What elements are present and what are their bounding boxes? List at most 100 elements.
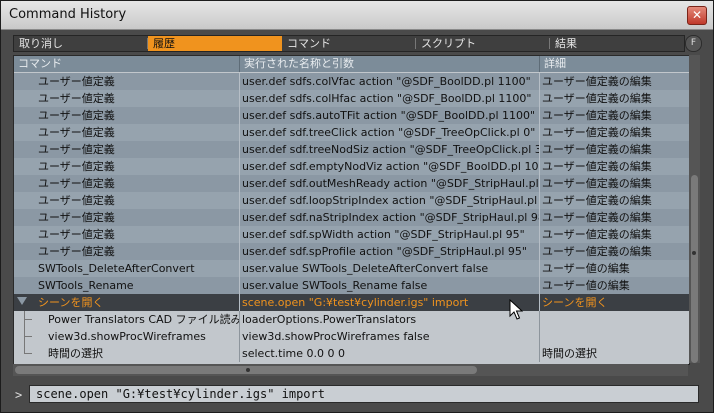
cell-detail: 時間の選択 xyxy=(542,347,597,360)
tab-undo[interactable]: 取り消し xyxy=(14,36,148,51)
table-row-child[interactable]: view3d.showProcWireframes view3d.showProc… xyxy=(14,328,689,345)
tab-commands[interactable]: コマンド xyxy=(282,36,416,51)
table-row[interactable]: ユーザー値定義 user.def sdf.emptyNodViz action "… xyxy=(14,158,689,175)
cell-command: シーンを開く xyxy=(38,296,104,309)
cell-detail: ユーザー値定義の編集 xyxy=(542,160,652,173)
close-button[interactable]: ✕ xyxy=(687,6,707,25)
cell-detail xyxy=(539,311,689,328)
cell-args: user.value SWTools_Rename false xyxy=(242,279,428,292)
cell-command: ユーザー値定義 xyxy=(38,228,115,241)
table-row[interactable]: ユーザー値定義 user.def sdfs.colVfac action "@SD… xyxy=(14,73,689,90)
title-bar[interactable]: Command History ✕ xyxy=(1,1,713,30)
tree-branch-line xyxy=(24,353,32,354)
vertical-scrollbar[interactable] xyxy=(689,55,700,363)
table-row[interactable]: ユーザー値定義 user.def sdf.spWidth action "@SDF… xyxy=(14,226,689,243)
cell-args: user.def sdf.spProfile action "@SDF_Stri… xyxy=(242,245,527,258)
cell-detail: ユーザー値定義の編集 xyxy=(542,245,652,258)
table-row[interactable]: ユーザー値定義 user.def sdfs.colHfac action "@SD… xyxy=(14,90,689,107)
tab-history[interactable]: 履歴 xyxy=(148,36,282,51)
cell-detail: シーンを開く xyxy=(542,296,608,309)
cell-command: ユーザー値定義 xyxy=(38,143,115,156)
cell-command: ユーザー値定義 xyxy=(38,109,115,122)
cell-detail: ユーザー値の編集 xyxy=(542,279,630,292)
cell-detail: ユーザー値定義の編集 xyxy=(542,109,652,122)
cell-args: user.def sdfs.colHfac action "@SDF_BoolD… xyxy=(242,92,532,105)
table-row-selected[interactable]: シーンを開く scene.open "G:¥test¥cylinder.igs" … xyxy=(14,294,689,311)
table-header: コマンド 実行された名称と引数 詳細 xyxy=(14,56,689,72)
cell-detail: ユーザー値定義の編集 xyxy=(542,143,652,156)
cell-args: user.def sdf.naStripIndex action "@SDF_S… xyxy=(242,211,539,224)
cell-command: ユーザー値定義 xyxy=(38,211,115,224)
filter-button[interactable]: F xyxy=(685,35,702,52)
cell-command: SWTools_DeleteAfterConvert xyxy=(38,262,195,275)
tab-bar: 取り消し 履歴 コマンド スクリプト 結果 xyxy=(13,35,685,52)
cell-command: ユーザー値定義 xyxy=(38,194,115,207)
cell-args: user.def sdf.treeNodSiz action "@SDF_Tre… xyxy=(242,143,539,156)
column-header-args[interactable]: 実行された名称と引数 xyxy=(239,56,539,72)
cell-detail: ユーザー値定義の編集 xyxy=(542,75,652,88)
cell-detail: ユーザー値定義の編集 xyxy=(542,126,652,139)
cell-detail xyxy=(539,328,689,345)
prompt-icon: > xyxy=(15,388,23,402)
cell-args: user.def sdfs.colVfac action "@SDF_BoolD… xyxy=(242,75,531,88)
cell-command: ユーザー値定義 xyxy=(38,92,115,105)
cell-command: ユーザー値定義 xyxy=(38,160,115,173)
vertical-scroll-thumb[interactable] xyxy=(691,175,698,363)
command-input[interactable]: scene.open "G:¥test¥cylinder.igs" import xyxy=(29,385,699,403)
history-table: コマンド 実行された名称と引数 詳細 ユーザー値定義 user.def sdfs.… xyxy=(13,55,690,365)
table-row[interactable]: ユーザー値定義 user.def sdf.spProfile action "@S… xyxy=(14,243,689,260)
cell-args: user.def sdf.treeClick action "@SDF_Tree… xyxy=(242,126,536,139)
tree-trunk-line xyxy=(24,311,25,354)
cell-detail: ユーザー値定義の編集 xyxy=(542,177,652,190)
cell-detail: ユーザー値定義の編集 xyxy=(542,194,652,207)
cell-command: ユーザー値定義 xyxy=(38,126,115,139)
cell-command: Power Translators CAD ファイル読み ... xyxy=(48,313,239,326)
window-title: Command History xyxy=(9,7,127,22)
cell-args: user.def sdf.emptyNodViz action "@SDF_Bo… xyxy=(242,160,539,173)
cell-args: loaderOptions.PowerTranslators xyxy=(242,313,417,326)
table-row[interactable]: SWTools_DeleteAfterConvert user.value SWT… xyxy=(14,260,689,277)
cell-detail: ユーザー値定義の編集 xyxy=(542,228,652,241)
horizontal-scrollbar[interactable] xyxy=(13,364,688,376)
cell-command: ユーザー値定義 xyxy=(38,245,115,258)
cell-args: select.time 0.0 0 0 xyxy=(242,347,346,360)
scroll-grip-icon xyxy=(246,368,250,372)
tab-commands-label: コマンド xyxy=(287,37,331,50)
cell-args: view3d.showProcWireframes false xyxy=(242,330,430,343)
tree-branch-line xyxy=(24,319,32,320)
table-row[interactable]: ユーザー値定義 user.def sdf.outMeshReady action … xyxy=(14,175,689,192)
tab-scripts[interactable]: スクリプト xyxy=(416,36,550,51)
table-row[interactable]: SWTools_Rename user.value SWTools_Rename … xyxy=(14,277,689,294)
cell-command: ユーザー値定義 xyxy=(38,75,115,88)
tab-undo-label: 取り消し xyxy=(19,37,63,50)
cell-detail: ユーザー値定義の編集 xyxy=(542,211,652,224)
cell-args: user.def sdf.spWidth action "@SDF_StripH… xyxy=(242,228,525,241)
cell-command: view3d.showProcWireframes xyxy=(48,330,206,343)
expand-arrow-icon[interactable] xyxy=(17,297,27,305)
tab-scripts-label: スクリプト xyxy=(421,37,476,50)
cell-detail: ユーザー値の編集 xyxy=(542,262,630,275)
table-row[interactable]: ユーザー値定義 user.def sdfs.autoTFit action "@S… xyxy=(14,107,689,124)
command-history-window: Command History ✕ 取り消し 履歴 コマンド スクリプト 結果 … xyxy=(0,0,714,413)
table-row[interactable]: ユーザー値定義 user.def sdf.treeNodSiz action "@… xyxy=(14,141,689,158)
table-row-child[interactable]: 時間の選択 select.time 0.0 0 0 時間の選択 xyxy=(14,345,689,362)
cell-command: 時間の選択 xyxy=(48,347,103,360)
cell-args: user.value SWTools_DeleteAfterConvert fa… xyxy=(242,262,489,275)
cell-detail: ユーザー値定義の編集 xyxy=(542,92,652,105)
table-row[interactable]: ユーザー値定義 user.def sdf.treeClick action "@S… xyxy=(14,124,689,141)
cell-command: SWTools_Rename xyxy=(38,279,134,292)
table-row[interactable]: ユーザー値定義 user.def sdf.loopStripIndex actio… xyxy=(14,192,689,209)
cell-args: user.def sdfs.autoTFit action "@SDF_Bool… xyxy=(242,109,536,122)
mouse-cursor-icon xyxy=(509,299,523,320)
table-row[interactable]: ユーザー値定義 user.def sdf.naStripIndex action … xyxy=(14,209,689,226)
tab-history-label: 履歴 xyxy=(153,37,175,50)
table-row-child[interactable]: Power Translators CAD ファイル読み ... loaderOp… xyxy=(14,311,689,328)
column-header-command[interactable]: コマンド xyxy=(14,56,239,72)
scroll-grip-icon xyxy=(692,251,696,255)
command-bar: > scene.open "G:¥test¥cylinder.igs" impo… xyxy=(1,381,713,412)
cell-command: ユーザー値定義 xyxy=(38,177,115,190)
tab-results-label: 結果 xyxy=(555,37,577,50)
tab-results[interactable]: 結果 xyxy=(550,36,684,51)
tree-branch-line xyxy=(24,336,32,337)
column-header-detail[interactable]: 詳細 xyxy=(539,56,689,72)
